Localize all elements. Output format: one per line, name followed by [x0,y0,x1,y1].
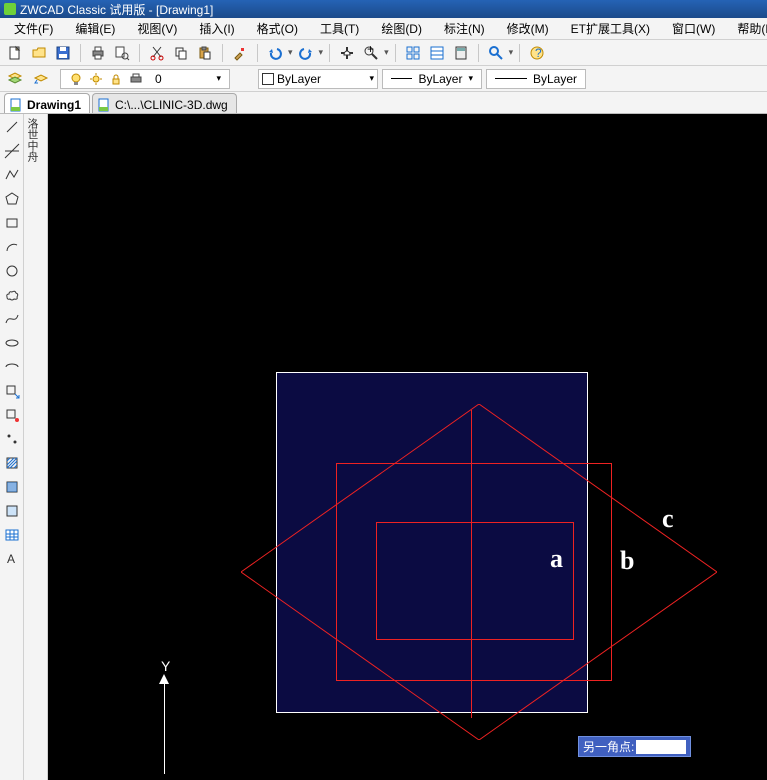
layer-select[interactable]: 0 ▾ [60,69,230,89]
hatch-tool[interactable] [1,452,23,474]
match-prop-button[interactable] [229,42,251,64]
color-value: ByLayer [277,72,321,86]
zoom-window-button[interactable] [485,42,507,64]
pan-button[interactable] [336,42,358,64]
zoom-realtime-button[interactable]: + [360,42,382,64]
axis-y-label: Y [161,658,170,674]
layer-manager-button[interactable] [4,68,26,90]
plot-preview-button[interactable] [111,42,133,64]
dwg-icon [97,98,111,112]
layer-prev-button[interactable] [30,68,52,90]
toolbar-standard: ▾ ▾ + ▾ ▾ ? [0,40,767,66]
print-layer-icon [129,72,143,86]
open-button[interactable] [28,42,50,64]
drawing-canvas[interactable]: a b c Y 另一角点: [48,114,767,780]
menu-tools[interactable]: 工具(T) [312,18,367,39]
toolbar-aux: 洛世中舟 [24,114,48,780]
gradient-tool[interactable] [1,476,23,498]
menu-bar: 文件(F) 编辑(E) 视图(V) 插入(I) 格式(O) 工具(T) 绘图(D… [0,18,767,40]
app-icon [4,3,16,15]
linetype-value: ByLayer [418,72,462,86]
region-tool[interactable] [1,500,23,522]
menu-insert[interactable]: 插入(I) [191,18,242,39]
prompt-text: 另一角点: [583,738,634,755]
red-diamond-c [241,404,717,740]
annotation-a: a [550,544,563,574]
ucs-icon: Y [164,674,165,774]
menu-format[interactable]: 格式(O) [249,18,306,39]
menu-dim[interactable]: 标注(N) [436,18,493,39]
insert-block-tool[interactable] [1,380,23,402]
tab-drawing1[interactable]: Drawing1 [4,93,90,113]
polyline-tool[interactable] [1,164,23,186]
arc-tool[interactable] [1,236,23,258]
point-tool[interactable] [1,428,23,450]
window-title: ZWCAD Classic 试用版 - [Drawing1] [20,1,213,18]
menu-et[interactable]: ET扩展工具(X) [563,18,658,39]
tab-label: Drawing1 [27,98,81,112]
ellipse-tool[interactable] [1,332,23,354]
paste-button[interactable] [194,42,216,64]
spline-tool[interactable] [1,308,23,330]
dwg-icon [9,98,23,112]
work-area: A 洛世中舟 a b c Y 另一角点: [0,114,767,780]
svg-text:A: A [7,552,15,566]
lineweight-select[interactable]: ByLayer [486,69,586,89]
menu-file[interactable]: 文件(F) [6,18,61,39]
annotation-b: b [620,546,634,576]
svg-text:+: + [367,45,374,56]
properties-button[interactable] [426,42,448,64]
redo-button[interactable] [295,42,317,64]
circle-tool[interactable] [1,260,23,282]
menu-modify[interactable]: 修改(M) [499,18,557,39]
tab-label: C:\...\CLINIC-3D.dwg [115,98,228,112]
sun-icon [89,72,103,86]
undo-button[interactable] [264,42,286,64]
copy-button[interactable] [170,42,192,64]
linetype-select[interactable]: ByLayer ▾ [382,69,482,89]
make-block-tool[interactable] [1,404,23,426]
title-bar: ZWCAD Classic 试用版 - [Drawing1] [0,0,767,18]
rectangle-tool[interactable] [1,212,23,234]
text-tool[interactable]: A [1,548,23,570]
toolbar-draw: A [0,114,24,780]
help-button[interactable]: ? [526,42,548,64]
revcloud-tool[interactable] [1,284,23,306]
menu-draw[interactable]: 绘图(D) [373,18,430,39]
cut-button[interactable] [146,42,168,64]
command-prompt: 另一角点: [578,736,691,757]
new-button[interactable] [4,42,26,64]
layout-tile-button[interactable] [402,42,424,64]
menu-view[interactable]: 视图(V) [129,18,185,39]
line-tool[interactable] [1,116,23,138]
table-tool[interactable] [1,524,23,546]
menu-edit[interactable]: 编辑(E) [67,18,123,39]
calc-button[interactable] [450,42,472,64]
layer-name: 0 [155,72,162,86]
save-button[interactable] [52,42,74,64]
xline-tool[interactable] [1,140,23,162]
lock-icon [109,72,123,86]
polygon-tool[interactable] [1,188,23,210]
annotation-c: c [662,504,674,534]
ellipse-arc-tool[interactable] [1,356,23,378]
lineweight-value: ByLayer [533,72,577,86]
red-vertical-line [471,410,472,718]
menu-help[interactable]: 帮助(H) [729,18,767,39]
color-swatch-icon [262,73,274,85]
document-tab-bar: Drawing1 C:\...\CLINIC-3D.dwg [0,92,767,114]
toolbar-properties: 0 ▾ ByLayer ▾ ByLayer ▾ ByLayer [0,66,767,92]
lightbulb-icon [69,72,83,86]
menu-window[interactable]: 窗口(W) [664,18,723,39]
color-select[interactable]: ByLayer ▾ [258,69,378,89]
print-button[interactable] [87,42,109,64]
tab-clinic3d[interactable]: C:\...\CLINIC-3D.dwg [92,93,237,113]
prompt-cursor [636,740,686,754]
svg-text:?: ? [535,46,542,60]
